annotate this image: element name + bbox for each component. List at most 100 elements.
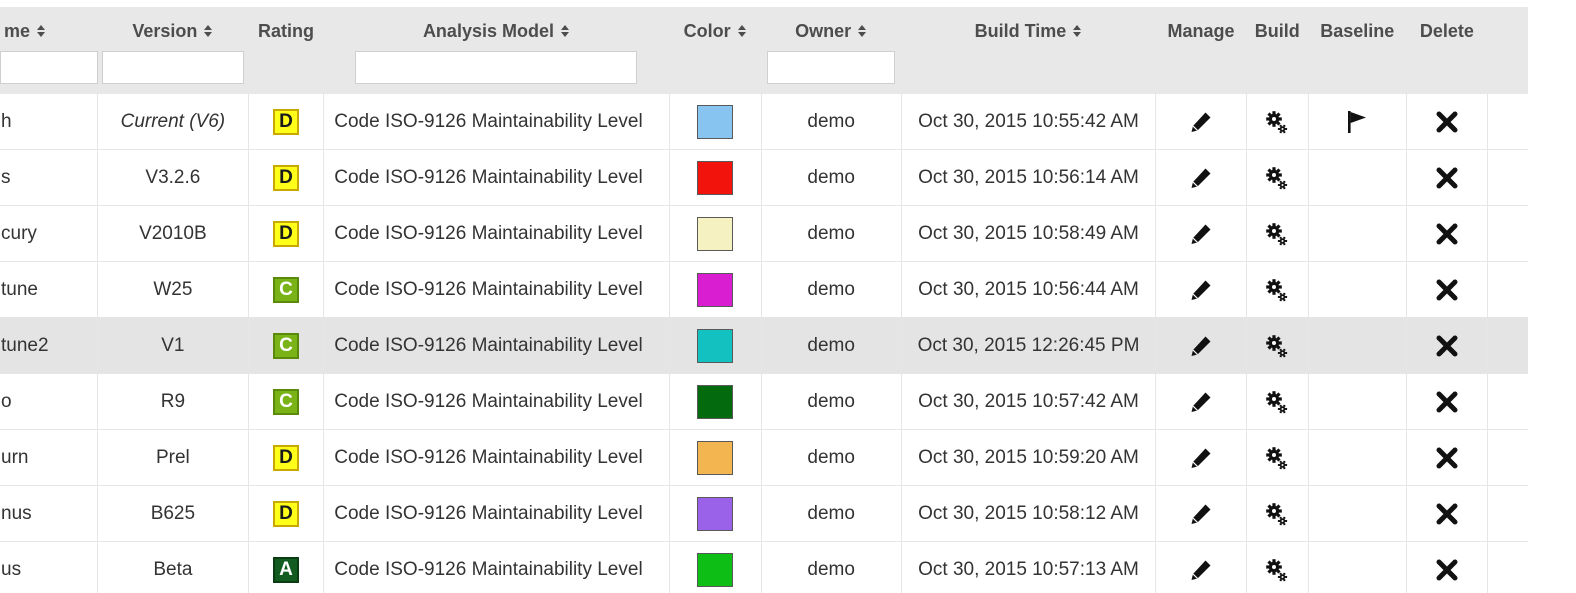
build-time-cell: Oct 30, 2015 10:56:44 AM: [900, 261, 1156, 318]
close-icon[interactable]: [1435, 390, 1459, 414]
table-row[interactable]: us Beta A Code ISO-9126 Maintainability Lev…: [0, 541, 1528, 593]
table-row[interactable]: h Current (V6) D Code ISO-9126 Maintainabil…: [0, 94, 1528, 150]
build-cell: [1245, 149, 1309, 206]
sort-icon[interactable]: [560, 24, 570, 38]
application-name[interactable]: o: [1, 391, 12, 412]
close-icon[interactable]: [1435, 502, 1459, 526]
sort-icon[interactable]: [1072, 24, 1082, 38]
baseline-cell: [1307, 94, 1407, 150]
close-icon[interactable]: [1435, 446, 1459, 470]
header-color[interactable]: Color: [669, 7, 762, 94]
gears-icon[interactable]: [1265, 277, 1289, 303]
close-icon[interactable]: [1435, 278, 1459, 302]
color-cell: [668, 373, 762, 430]
rating-badge: D: [273, 108, 299, 135]
version-label: R9: [160, 390, 186, 412]
pencil-icon[interactable]: [1188, 109, 1214, 135]
gears-icon[interactable]: [1265, 109, 1289, 135]
table-row[interactable]: urn Prel D Code ISO-9126 Maintainability Le…: [0, 429, 1528, 486]
table-row[interactable]: tune2 V1 C Code ISO-9126 Maintainability Le…: [0, 317, 1528, 374]
header-owner[interactable]: Owner: [761, 7, 902, 94]
sort-icon[interactable]: [857, 24, 867, 38]
owner-cell: demo: [760, 205, 902, 262]
application-name[interactable]: us: [1, 559, 21, 580]
application-name[interactable]: s: [1, 167, 11, 188]
pencil-icon[interactable]: [1188, 165, 1214, 191]
close-icon[interactable]: [1435, 166, 1459, 190]
owner-label: demo: [807, 278, 855, 300]
application-name[interactable]: tune: [1, 279, 38, 300]
table-row[interactable]: o R9 C Code ISO-9126 Maintainability Level d…: [0, 373, 1528, 430]
application-name[interactable]: tune2: [1, 335, 49, 356]
header-build: Build: [1246, 7, 1309, 94]
close-icon[interactable]: [1435, 222, 1459, 246]
header-name[interactable]: me: [0, 7, 98, 94]
pencil-icon[interactable]: [1188, 557, 1214, 583]
header-color-label: Color: [683, 21, 731, 41]
delete-cell: [1405, 94, 1488, 150]
version-label: V3.2.6: [145, 166, 201, 188]
application-name[interactable]: urn: [1, 447, 28, 468]
close-icon[interactable]: [1435, 110, 1459, 134]
pencil-icon[interactable]: [1188, 445, 1214, 471]
analysis-model-cell: Code ISO-9126 Maintainability Level: [323, 317, 670, 374]
gears-icon[interactable]: [1265, 501, 1289, 527]
color-swatch: [697, 160, 734, 195]
name-cell[interactable]: cury: [0, 205, 98, 262]
build-cell: [1245, 205, 1309, 262]
table-row[interactable]: nus B625 D Code ISO-9126 Maintainability Le…: [0, 485, 1528, 542]
name-cell[interactable]: urn: [0, 429, 98, 486]
sort-icon[interactable]: [36, 24, 46, 38]
name-cell[interactable]: nus: [0, 485, 98, 542]
close-icon[interactable]: [1435, 558, 1459, 582]
analysis-model-label: Code ISO-9126 Maintainability Level: [334, 222, 643, 244]
color-swatch: [697, 440, 734, 475]
gears-icon[interactable]: [1265, 557, 1289, 583]
sort-icon[interactable]: [203, 24, 213, 38]
application-name[interactable]: h: [1, 111, 12, 132]
version-cell: V1: [97, 317, 249, 374]
analysis-model-label: Code ISO-9126 Maintainability Level: [334, 502, 643, 524]
build-cell: [1245, 429, 1309, 486]
header-analysis-model[interactable]: Analysis Model: [323, 7, 670, 94]
pencil-icon[interactable]: [1188, 277, 1214, 303]
extra-cell: [1486, 373, 1528, 430]
close-icon[interactable]: [1435, 334, 1459, 358]
application-name[interactable]: cury: [1, 223, 37, 244]
build-time-label: Oct 30, 2015 10:59:20 AM: [918, 446, 1139, 468]
name-cell[interactable]: o: [0, 373, 98, 430]
delete-cell: [1405, 429, 1488, 486]
header-version[interactable]: Version: [97, 7, 249, 94]
application-name[interactable]: nus: [1, 503, 32, 524]
header-build-time[interactable]: Build Time: [901, 7, 1156, 94]
pencil-icon[interactable]: [1188, 333, 1214, 359]
version-filter-input[interactable]: [101, 51, 244, 84]
rating-cell: D: [247, 429, 324, 486]
name-cell[interactable]: us: [0, 541, 98, 593]
table-row[interactable]: cury V2010B D Code ISO-9126 Maintainability…: [0, 205, 1528, 262]
rating-badge: D: [273, 164, 299, 191]
analysis-model-cell: Code ISO-9126 Maintainability Level: [323, 205, 670, 262]
gears-icon[interactable]: [1265, 389, 1289, 415]
sort-icon[interactable]: [737, 24, 747, 38]
name-filter-input[interactable]: [0, 51, 98, 84]
name-cell[interactable]: h: [0, 94, 98, 150]
gears-icon[interactable]: [1265, 165, 1289, 191]
gears-icon[interactable]: [1265, 333, 1289, 359]
rating-badge: C: [273, 388, 299, 415]
name-cell[interactable]: tune2: [0, 317, 98, 374]
pencil-icon[interactable]: [1188, 221, 1214, 247]
owner-filter-input[interactable]: [767, 51, 896, 84]
version-label: Prel: [155, 446, 190, 468]
name-cell[interactable]: s: [0, 149, 98, 206]
color-cell: [668, 541, 762, 593]
gears-icon[interactable]: [1265, 445, 1289, 471]
pencil-icon[interactable]: [1188, 389, 1214, 415]
color-swatch: [697, 496, 734, 531]
pencil-icon[interactable]: [1188, 501, 1214, 527]
analysis-model-filter-input[interactable]: [355, 51, 638, 84]
gears-icon[interactable]: [1265, 221, 1289, 247]
table-row[interactable]: s V3.2.6 D Code ISO-9126 Maintainability Le…: [0, 149, 1528, 206]
name-cell[interactable]: tune: [0, 261, 98, 318]
table-row[interactable]: tune W25 C Code ISO-9126 Maintainability Le…: [0, 261, 1528, 318]
